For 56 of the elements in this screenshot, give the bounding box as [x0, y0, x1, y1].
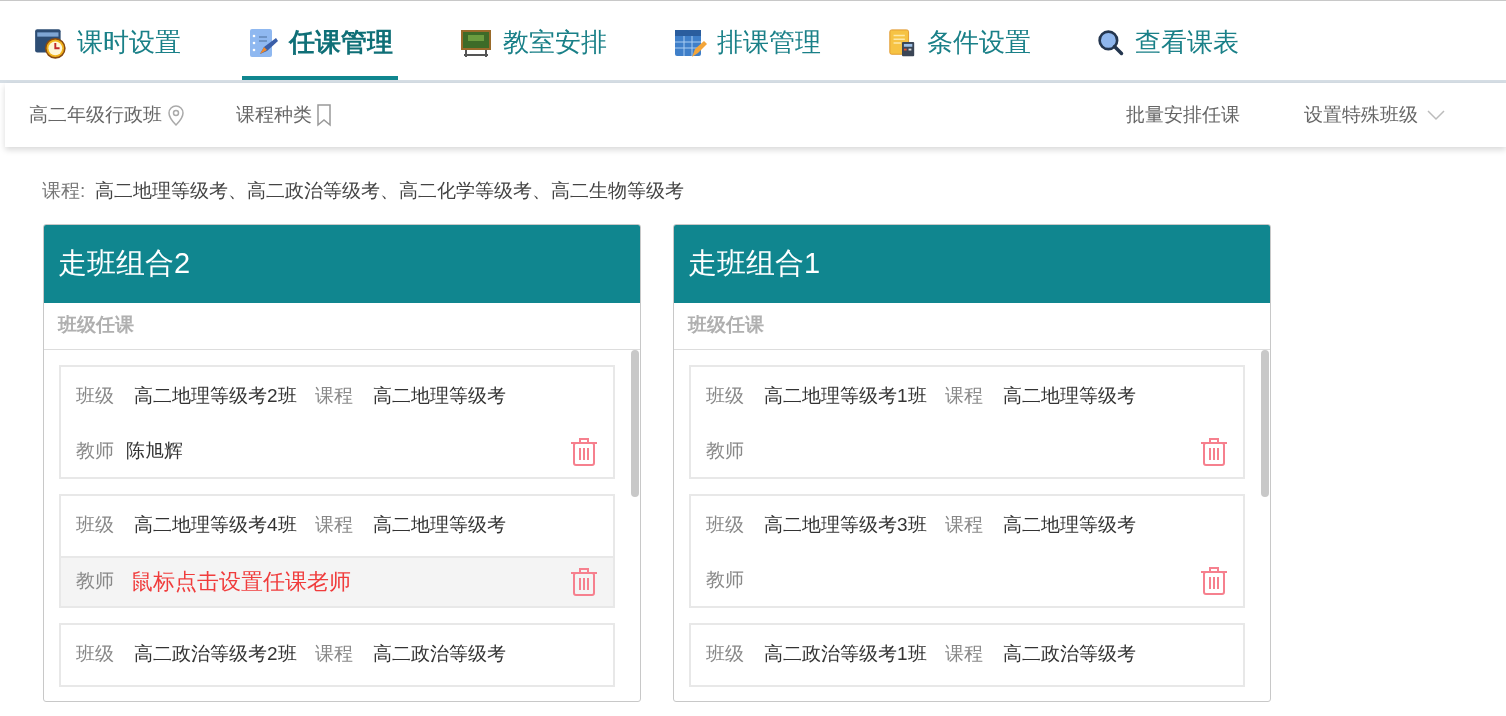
document-calculator-icon — [887, 26, 917, 59]
field-label: 教师 — [706, 568, 744, 593]
course-name: 高二地理等级考 — [372, 384, 506, 409]
dropdown-button[interactable]: 设置特殊班级 — [1304, 100, 1446, 130]
course-name: 高二政治等级考 — [372, 642, 506, 667]
field-label: 班级 — [706, 642, 744, 667]
scrollbar-thumb[interactable] — [631, 349, 639, 497]
map-pin-icon — [166, 103, 186, 127]
field-label: 班级 — [76, 642, 114, 667]
field-label: 教师 — [76, 569, 114, 594]
card-header: 走班组合2 — [44, 224, 640, 303]
class-name: 高二政治等级考1班 — [764, 642, 927, 667]
field-label: 教师 — [76, 439, 114, 464]
field-label: 班级 — [76, 513, 114, 538]
nav-tab[interactable]: 查看课表 — [1092, 1, 1244, 80]
field-label: 班级 — [76, 384, 114, 409]
nav-tab[interactable]: 教室安排 — [454, 1, 612, 80]
course-label: 课程: — [42, 179, 86, 203]
filter-dropdown[interactable]: 课程种类 — [236, 100, 332, 130]
teacher-name: 陈旭辉 — [126, 439, 183, 464]
card-header: 走班组合1 — [674, 224, 1270, 303]
class-name: 高二地理等级考4班 — [134, 513, 297, 538]
field-label: 课程 — [944, 513, 983, 538]
delete-icon[interactable] — [1200, 436, 1228, 467]
filter-dropdown[interactable]: 高二年级行政班 — [29, 100, 186, 130]
teacher-prompt[interactable]: 鼠标点击设置任课老师 — [131, 565, 351, 598]
nav-tab[interactable]: 课时设置 — [28, 1, 186, 80]
field-label: 教师 — [706, 439, 744, 464]
course-name: 高二地理等级考 — [372, 513, 506, 538]
class-name: 高二地理等级考1班 — [764, 384, 927, 409]
field-label: 班级 — [706, 384, 744, 409]
class-name: 高二地理等级考2班 — [134, 384, 297, 409]
action-link[interactable]: 批量安排任课 — [1126, 100, 1240, 130]
course-name: 高二地理等级考 — [1002, 384, 1136, 409]
field-label: 课程 — [314, 513, 353, 538]
delete-icon[interactable] — [1200, 565, 1228, 596]
teacher-row[interactable]: 教师 鼠标点击设置任课老师 — [61, 555, 613, 606]
delete-icon[interactable] — [570, 436, 598, 467]
scrollbar-thumb[interactable] — [1261, 349, 1269, 497]
course-name: 高二地理等级考 — [1002, 513, 1136, 538]
class-name: 高二地理等级考3班 — [764, 513, 927, 538]
course-name: 高二政治等级考 — [1002, 642, 1136, 667]
field-label: 班级 — [706, 513, 744, 538]
bookmark-icon — [316, 103, 332, 127]
field-label: 课程 — [314, 384, 353, 409]
search-icon — [1097, 27, 1125, 58]
delete-icon[interactable] — [570, 566, 598, 597]
section-label: 班级任课 — [674, 302, 1270, 350]
section-label: 班级任课 — [44, 302, 640, 350]
field-label: 课程 — [944, 642, 983, 667]
field-label: 课程 — [314, 642, 353, 667]
class-name: 高二政治等级考2班 — [134, 642, 297, 667]
nav-tab[interactable]: 条件设置 — [882, 1, 1036, 80]
field-label: 课程 — [944, 384, 983, 409]
nav-tab[interactable]: 排课管理 — [668, 1, 826, 80]
course-list: 高二地理等级考、高二政治等级考、高二化学等级考、高二生物等级考 — [95, 177, 685, 206]
